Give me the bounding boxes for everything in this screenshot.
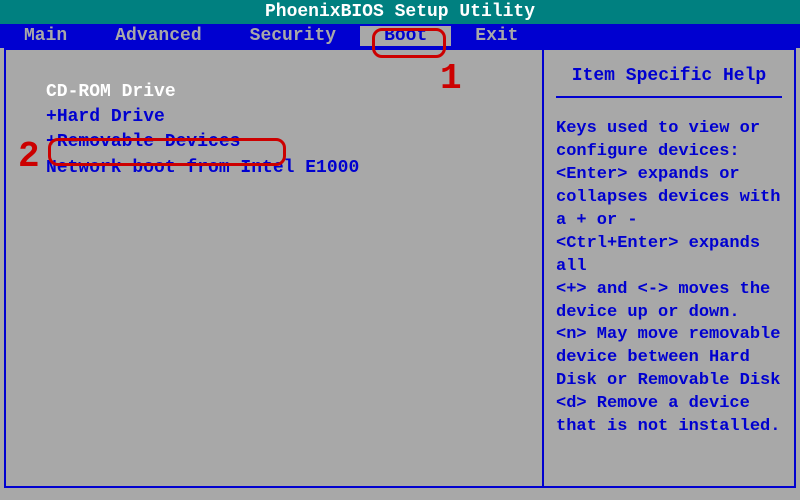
help-line: Disk or Removable Disk — [556, 370, 782, 393]
help-text: Keys used to view or configure devices: … — [556, 118, 782, 439]
boot-item-label: Hard Drive — [57, 107, 165, 127]
menu-main[interactable]: Main — [0, 26, 91, 46]
help-line: <Enter> expands or — [556, 164, 782, 187]
boot-item-label: Removable Devices — [57, 132, 241, 152]
help-line: Keys used to view or — [556, 118, 782, 141]
menu-exit[interactable]: Exit — [451, 26, 542, 46]
help-line: a + or - — [556, 210, 782, 233]
boot-item-cdrom[interactable]: CD-ROM Drive — [46, 80, 534, 105]
boot-item-removable[interactable]: +Removable Devices — [46, 130, 534, 155]
help-line: that is not installed. — [556, 416, 782, 439]
boot-item-prefix: + — [46, 132, 57, 152]
help-line: collapses devices with — [556, 187, 782, 210]
boot-item-label: CD-ROM Drive — [46, 82, 176, 102]
help-line: device up or down. — [556, 302, 782, 325]
content-area: CD-ROM Drive +Hard Drive +Removable Devi… — [4, 48, 796, 488]
menu-security[interactable]: Security — [226, 26, 360, 46]
boot-order-panel: CD-ROM Drive +Hard Drive +Removable Devi… — [6, 50, 544, 486]
help-line: <n> May move removable — [556, 324, 782, 347]
help-line: <+> and <-> moves the — [556, 279, 782, 302]
boot-item-harddrive[interactable]: +Hard Drive — [46, 105, 534, 130]
app-title: PhoenixBIOS Setup Utility — [265, 2, 535, 22]
menu-bar: Main Advanced Security Boot Exit — [0, 24, 800, 48]
menu-advanced[interactable]: Advanced — [91, 26, 225, 46]
bios-setup-window: PhoenixBIOS Setup Utility Main Advanced … — [0, 0, 800, 500]
help-line: <Ctrl+Enter> expands — [556, 233, 782, 256]
help-line: all — [556, 256, 782, 279]
boot-item-label: Network boot from Intel E1000 — [46, 158, 359, 178]
help-line: configure devices: — [556, 141, 782, 164]
help-line: device between Hard — [556, 347, 782, 370]
help-line: <d> Remove a device — [556, 393, 782, 416]
title-bar: PhoenixBIOS Setup Utility — [0, 0, 800, 24]
help-panel-title: Item Specific Help — [556, 58, 782, 98]
annotation-number-2: 2 — [18, 136, 40, 177]
boot-item-network[interactable]: Network boot from Intel E1000 — [46, 156, 534, 181]
help-panel: Item Specific Help Keys used to view or … — [544, 50, 794, 486]
boot-item-prefix: + — [46, 107, 57, 127]
menu-boot[interactable]: Boot — [360, 26, 451, 46]
